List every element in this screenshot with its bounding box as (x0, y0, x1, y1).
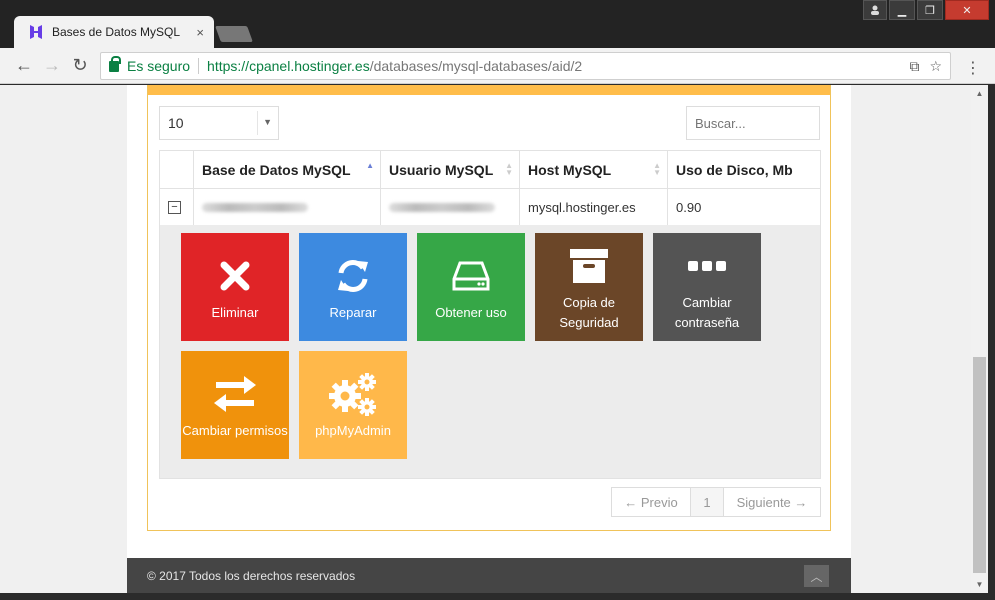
collapse-icon[interactable]: − (168, 201, 181, 214)
column-header-user-label: Usuario MySQL (389, 161, 494, 178)
repair-button[interactable]: Reparar (299, 233, 407, 341)
close-icon (218, 251, 252, 301)
redacted-user-name (389, 203, 495, 212)
scroll-to-top-button[interactable]: ︿ (804, 565, 829, 587)
back-button[interactable]: ← (10, 52, 38, 80)
scrollbar-thumb[interactable] (973, 357, 986, 573)
page-viewport: 10 ▼ Base de Datos MySQL ▲ Usuario MySQL (0, 85, 971, 593)
page-length-value: 10 (168, 115, 184, 131)
phpmyadmin-label: phpMyAdmin (315, 423, 391, 438)
disk-usage-cell: 0.90 (667, 188, 821, 227)
column-header-user[interactable]: Usuario MySQL ▲ ▼ (380, 150, 520, 189)
tab-close-icon[interactable]: × (196, 25, 204, 40)
select-divider (257, 111, 258, 135)
browser-tab-active[interactable]: Bases de Datos MySQL × (14, 16, 214, 48)
databases-table: Base de Datos MySQL ▲ Usuario MySQL ▲ ▼ H… (159, 150, 821, 227)
next-page-button[interactable]: Siguiente → (723, 487, 821, 517)
database-user-cell (380, 188, 520, 227)
sort-asc-icon: ▲ (366, 161, 374, 170)
window-controls: ▁ ❐ ✕ (863, 0, 989, 20)
change-permissions-button[interactable]: Cambiar permisos (181, 351, 289, 459)
database-name-cell (193, 188, 381, 227)
window-border-right (988, 85, 995, 600)
backup-button[interactable]: Copia de Seguridad (535, 233, 643, 341)
browser-menu-icon[interactable]: ⋮ (965, 58, 981, 78)
url-host: https://cpanel.hostinger.es (207, 58, 370, 74)
column-header-expand (159, 150, 194, 189)
refresh-icon (333, 251, 373, 301)
column-header-host-label: Host MySQL (528, 161, 612, 178)
exchange-icon (212, 369, 258, 419)
close-window-button[interactable]: ✕ (945, 0, 989, 20)
row-details-actions: Eliminar Reparar Obtener uso Copia de Se… (159, 225, 821, 479)
backup-label: Copia de Seguridad (559, 295, 619, 330)
delete-button[interactable]: Eliminar (181, 233, 289, 341)
address-separator (198, 58, 200, 74)
panel-header-bar (148, 85, 830, 95)
vertical-scrollbar[interactable]: ▲ ▼ (971, 85, 988, 593)
databases-panel: 10 ▼ Base de Datos MySQL ▲ Usuario MySQL (147, 85, 831, 531)
hostinger-logo-icon (28, 24, 44, 40)
delete-label: Eliminar (211, 305, 259, 320)
reload-button[interactable]: ↻ (66, 52, 94, 80)
table-row: − mysql.hostinger.es 0.90 (159, 188, 821, 227)
hard-drive-icon (451, 251, 491, 301)
column-header-host[interactable]: Host MySQL ▲ ▼ (519, 150, 668, 189)
browser-toolbar: ← → ↻ Es seguro https://cpanel.hostinger… (0, 48, 995, 84)
scroll-down-arrow-icon[interactable]: ▼ (971, 576, 988, 593)
change-password-button[interactable]: Cambiar contraseña (653, 233, 761, 341)
phpmyadmin-button[interactable]: phpMyAdmin (299, 351, 407, 459)
column-header-disk: Uso de Disco, Mb (667, 150, 821, 189)
change-password-label: Cambiar contraseña (674, 295, 740, 330)
chevron-down-icon: ▼ (263, 117, 272, 127)
host-cell: mysql.hostinger.es (519, 188, 668, 227)
gears-icon (328, 369, 378, 419)
page-footer: © 2017 Todos los derechos reservados ︿ (127, 558, 851, 593)
search-input[interactable] (686, 106, 820, 140)
redacted-database-name (202, 203, 308, 212)
page-length-select[interactable]: 10 ▼ (159, 106, 279, 140)
maximize-button[interactable]: ❐ (917, 0, 943, 20)
get-usage-button[interactable]: Obtener uso (417, 233, 525, 341)
table-header-row: Base de Datos MySQL ▲ Usuario MySQL ▲ ▼ H… (159, 150, 821, 189)
browser-titlebar: Bases de Datos MySQL × ▁ ❐ ✕ (0, 0, 995, 48)
minimize-button[interactable]: ▁ (889, 0, 915, 20)
forward-button[interactable]: → (38, 52, 66, 80)
row-expander-cell[interactable]: − (159, 188, 194, 227)
pagination: ← Previo 1 Siguiente → (611, 487, 821, 517)
url-path: /databases/mysql-databases/aid/2 (369, 58, 583, 74)
window-border-bottom (0, 593, 995, 600)
translate-icon[interactable]: ⧉ (909, 58, 919, 75)
lock-icon (109, 55, 121, 72)
previous-page-button[interactable]: ← Previo (611, 487, 691, 517)
column-header-database-label: Base de Datos MySQL (202, 161, 351, 178)
page-content: 10 ▼ Base de Datos MySQL ▲ Usuario MySQL (127, 85, 851, 593)
new-tab-button[interactable] (215, 26, 253, 42)
page-number-button[interactable]: 1 (691, 487, 723, 517)
tab-title: Bases de Datos MySQL (52, 25, 181, 39)
bookmark-star-icon[interactable]: ☆ (929, 58, 942, 75)
profile-icon[interactable] (863, 0, 887, 20)
sort-icon: ▲ ▼ (505, 161, 513, 177)
scroll-up-arrow-icon[interactable]: ▲ (971, 85, 988, 102)
address-bar[interactable]: Es seguro https://cpanel.hostinger.es/da… (100, 52, 951, 80)
column-header-database[interactable]: Base de Datos MySQL ▲ (193, 150, 381, 189)
omnibox-actions: ⧉ ☆ (909, 58, 942, 75)
copyright-text: © 2017 Todos los derechos reservados (147, 568, 356, 583)
sort-icon: ▲ ▼ (653, 161, 661, 177)
secure-label: Es seguro (127, 58, 191, 74)
archive-icon (568, 241, 610, 291)
repair-label: Reparar (329, 305, 377, 320)
get-usage-label: Obtener uso (435, 305, 507, 320)
change-permissions-label: Cambiar permisos (182, 423, 288, 438)
password-dots-icon (687, 241, 727, 291)
